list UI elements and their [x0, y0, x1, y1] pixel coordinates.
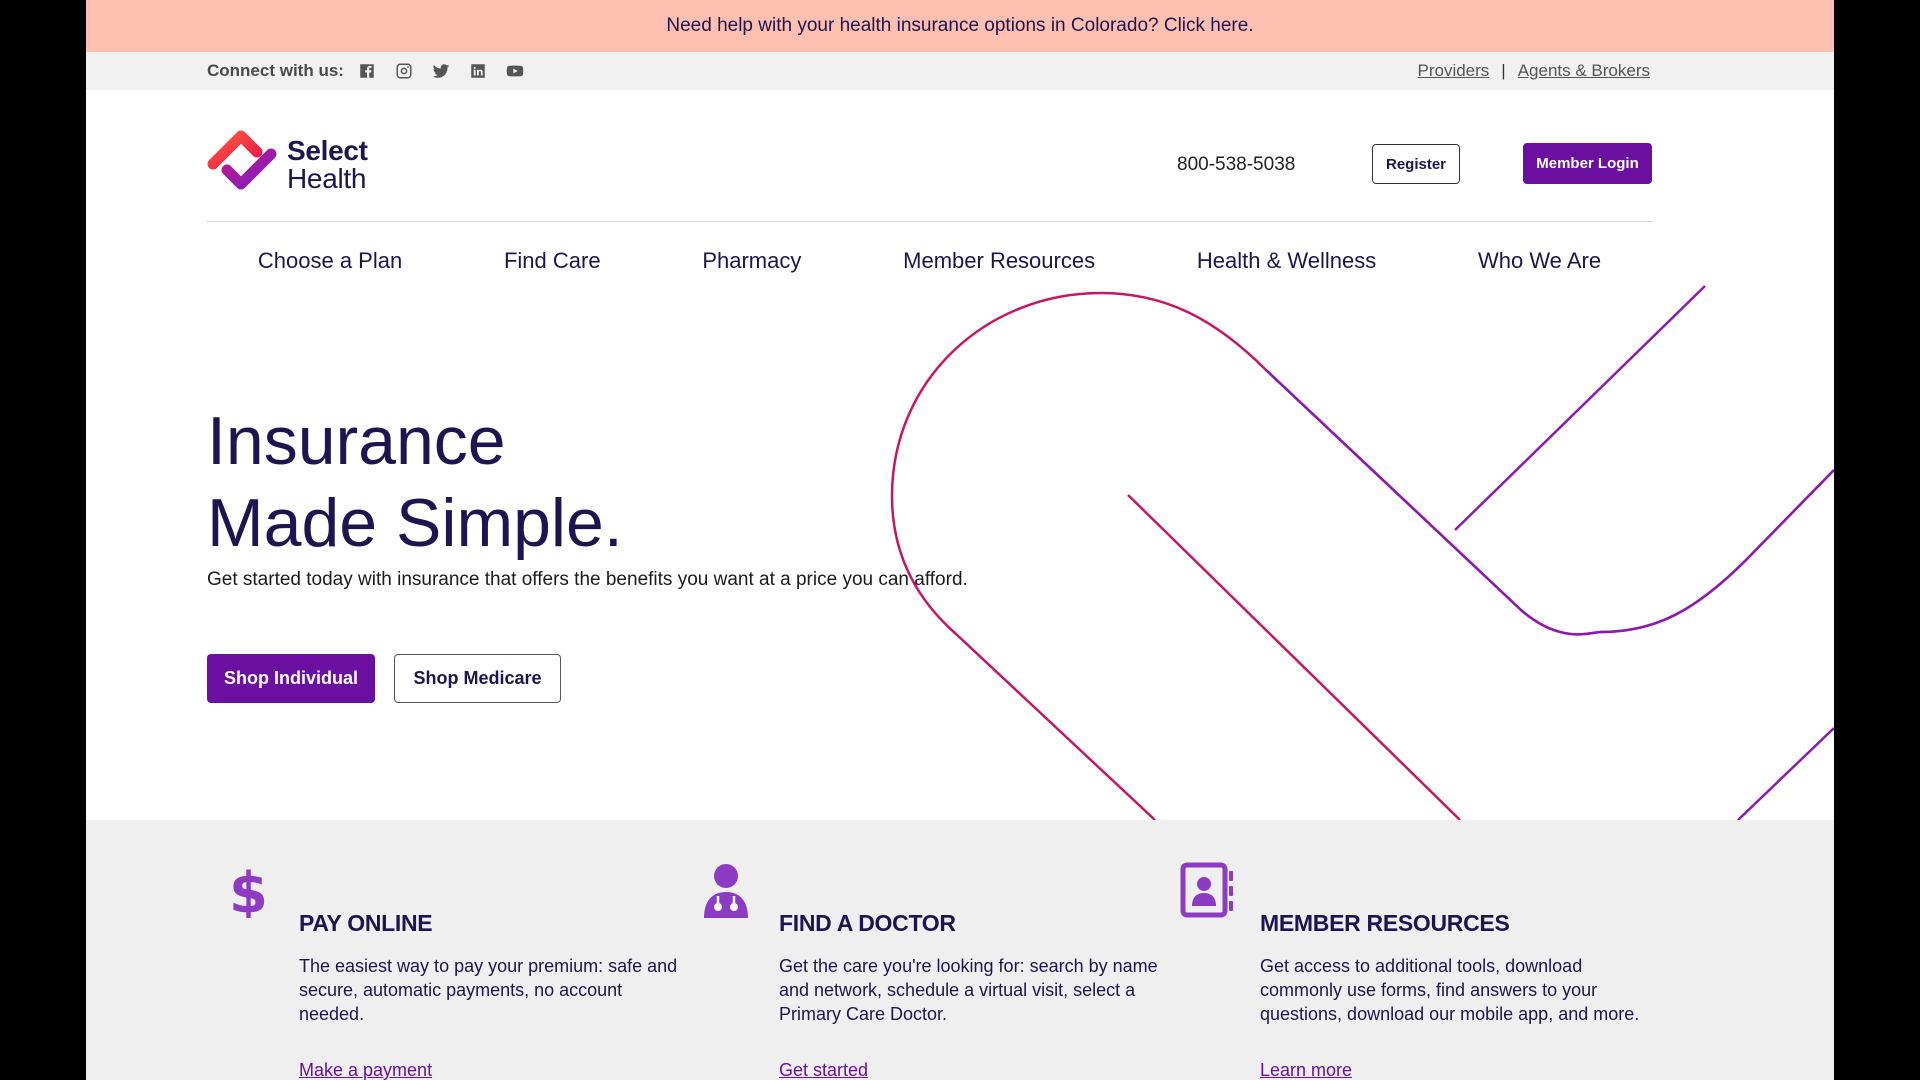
hero-subtitle: Get started today with insurance that of…: [207, 569, 968, 590]
agents-brokers-link[interactable]: Agents & Brokers: [1518, 61, 1650, 81]
connect-label: Connect with us:: [207, 61, 344, 80]
shop-medicare-button[interactable]: Shop Medicare: [394, 654, 561, 703]
learn-more-link[interactable]: Learn more: [1260, 1060, 1352, 1080]
logo-line-1: Select: [287, 135, 368, 166]
social-bar: Connect with us: Providers | Agents & Br…: [86, 52, 1834, 90]
nav-choose-a-plan[interactable]: Choose a Plan: [254, 248, 406, 274]
nav-find-care[interactable]: Find Care: [500, 248, 605, 274]
doctor-icon: [699, 862, 753, 918]
register-button[interactable]: Register: [1372, 144, 1460, 184]
nav-pharmacy[interactable]: Pharmacy: [698, 248, 805, 274]
link-separator: |: [1501, 61, 1506, 80]
select-health-logo[interactable]: Select Health: [207, 128, 368, 202]
top-links: Providers | Agents & Brokers: [1417, 61, 1650, 81]
features-band: $ PAY ONLINE The easiest way to pay your…: [86, 820, 1834, 1080]
header-divider: [207, 221, 1652, 222]
linkedin-icon[interactable]: [469, 62, 487, 80]
instagram-icon[interactable]: [395, 62, 413, 80]
facebook-icon[interactable]: [358, 62, 376, 80]
feature-text: Get access to additional tools, download…: [1260, 956, 1640, 1024]
hero-title: Insurance Made Simple.: [207, 400, 623, 564]
phone-number[interactable]: 800-538-5038: [1177, 154, 1295, 176]
feature-title: FIND A DOCTOR: [779, 910, 956, 936]
svg-text:$: $: [229, 862, 268, 918]
shop-individual-button[interactable]: Shop Individual: [207, 654, 375, 703]
logo-mark-icon: [207, 130, 277, 190]
alert-banner-text[interactable]: Need help with your health insurance opt…: [666, 15, 1253, 37]
site-header: Select Health 800-538-5038 Register Memb…: [86, 90, 1834, 222]
contact-book-icon: [1180, 862, 1234, 918]
nav-health-wellness[interactable]: Health & Wellness: [1193, 248, 1380, 274]
hero-title-line-2: Made Simple.: [207, 485, 623, 561]
get-started-link[interactable]: Get started: [779, 1060, 868, 1080]
logo-wordmark: Select Health: [287, 137, 368, 193]
hero-title-line-1: Insurance: [207, 403, 506, 479]
nav-member-resources[interactable]: Member Resources: [899, 248, 1099, 274]
feature-text: The easiest way to pay your premium: saf…: [299, 956, 678, 1024]
feature-text: Get the care you're looking for: search …: [779, 956, 1158, 1024]
feature-title: PAY ONLINE: [299, 910, 433, 936]
logo-line-2: Health: [287, 163, 367, 194]
make-a-payment-link[interactable]: Make a payment: [299, 1060, 432, 1080]
page: Need help with your health insurance opt…: [86, 0, 1834, 1080]
member-login-button[interactable]: Member Login: [1523, 143, 1652, 184]
youtube-icon[interactable]: [506, 62, 524, 80]
providers-link[interactable]: Providers: [1417, 61, 1489, 81]
alert-banner[interactable]: Need help with your health insurance opt…: [86, 0, 1834, 52]
dollar-icon: $: [219, 861, 273, 926]
twitter-icon[interactable]: [432, 62, 450, 80]
main-nav: Choose a Plan Find Care Pharmacy Member …: [207, 236, 1652, 286]
feature-title: MEMBER RESOURCES: [1260, 910, 1510, 936]
nav-who-we-are[interactable]: Who We Are: [1474, 248, 1605, 274]
